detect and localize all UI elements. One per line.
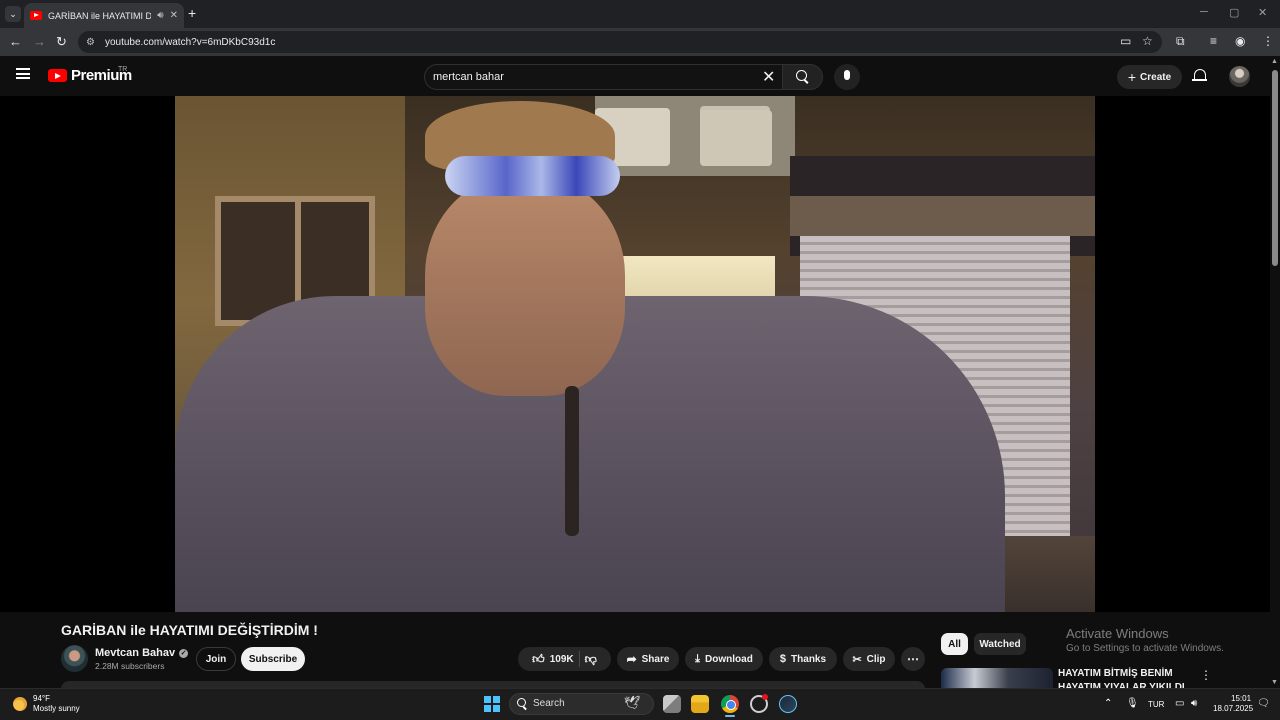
youtube-logo-icon [48,69,67,82]
clock-time[interactable]: 15:01 [1231,694,1251,703]
share-button[interactable]: ➦ Share [617,647,679,671]
share-arrow-icon: ➦ [626,652,637,666]
steam-icon[interactable] [779,695,797,713]
plus-icon: + [1127,69,1137,85]
back-arrow-icon[interactable]: ← [9,34,22,49]
minimize-icon[interactable]: ─ [1200,6,1208,18]
notification-center-icon[interactable]: 🗨︎ [1257,698,1270,709]
country-code: TR [118,66,128,73]
taskbar-search-label: Search [533,698,565,709]
scissors-icon: ✂ [852,653,862,666]
taskbar-search-icon [517,698,526,707]
join-button[interactable]: Join [196,647,236,671]
recommended-thumbnail[interactable] [941,668,1053,690]
profile-icon[interactable]: ◉ [1235,34,1245,48]
clear-search-icon[interactable]: ✕ [762,67,775,87]
video-player[interactable] [175,96,1095,612]
windows-start-icon[interactable] [484,696,500,712]
clip-label: Clip [866,653,886,665]
scrollbar-thumb[interactable] [1272,70,1278,266]
subscribe-button[interactable]: Subscribe [241,647,305,671]
maximize-icon[interactable]: ▢ [1229,6,1239,19]
task-view-icon[interactable] [663,695,681,713]
download-label: Download [705,653,753,665]
site-info-icon[interactable]: ⚙ [86,37,95,48]
like-dislike-group: 👍︎ 109K 👎︎ [518,647,611,671]
scroll-down-icon[interactable]: ▼ [1271,679,1278,686]
share-label: Share [641,653,670,665]
notification-badge [762,694,768,700]
browser-menu-icon[interactable]: ⋮ [1262,34,1274,48]
volume-icon[interactable]: 🔊︎ [1191,698,1197,709]
verified-check-icon: ✓ [179,648,189,658]
extensions-icon[interactable]: ⧉ [1176,34,1185,49]
search-highlight-bird-icon: 🕊︎ [624,695,641,710]
create-label: Create [1140,71,1172,83]
address-bar[interactable]: ⚙ youtube.com/watch?v=6mDKbC93d1c [78,31,1162,53]
super-thanks-icon: $ [779,653,787,665]
notifications-bell-icon[interactable] [1192,69,1207,81]
video-title: GARİBAN ile HAYATIMI DEĞİŞTİRDİM ! [61,622,318,638]
window-close-icon[interactable]: ✕ [1258,6,1267,19]
chip-watched[interactable]: Watched [974,633,1026,655]
active-app-indicator [725,715,735,717]
like-button[interactable]: 👍︎ 109K [532,652,573,667]
tray-overflow-chevron-icon[interactable]: ⌃ [1104,698,1112,709]
browser-tab[interactable]: GARİBAN ile HAYATIMI DEĞİŞTİRDİM ! 🔊︎ ✕ [24,3,184,28]
thanks-label: Thanks [791,653,827,665]
tab-audio-icon[interactable]: 🔊︎ [157,10,163,21]
channel-name[interactable]: Mevtcan Bahav ✓ [95,647,189,659]
recommended-menu-icon[interactable]: ⋮ [1200,668,1212,682]
cast-icon[interactable]: ▭ [1120,34,1131,48]
reload-icon[interactable]: ↻ [56,34,67,50]
bookmark-star-icon[interactable]: ☆ [1142,34,1153,48]
subscriber-count: 2.28M subscribers [95,661,165,671]
create-button[interactable]: + Create [1117,65,1182,89]
network-icon[interactable]: ▭ [1175,698,1184,709]
chip-all[interactable]: All [941,633,968,655]
file-explorer-icon[interactable] [691,695,709,713]
download-icon: ⤓ [695,652,701,665]
channel-avatar[interactable] [61,645,88,672]
weather-sun-icon[interactable] [13,697,27,711]
activate-windows-title: Activate Windows [1066,626,1169,641]
chrome-icon[interactable] [721,695,739,713]
download-button[interactable]: ⤓ Download [685,647,763,671]
dislike-button[interactable]: 👎︎ [585,652,597,667]
more-actions-button[interactable]: ⋯ [901,647,925,671]
tab-title: GARİBAN ile HAYATIMI DEĞİŞTİRDİM ! [48,10,152,21]
clip-button[interactable]: ✂ Clip [843,647,895,671]
thumbs-down-icon: 👎︎ [584,651,597,666]
tab-search-chevron-icon[interactable]: ⌄ [5,6,21,22]
clock-date[interactable]: 18.07.2025 [1213,704,1253,713]
reading-list-icon[interactable]: ≡ [1210,34,1217,48]
thumbs-up-icon: 👍︎ [532,651,545,666]
microphone-icon [844,70,850,80]
thanks-button[interactable]: $ Thanks [769,647,837,671]
new-tab-icon[interactable]: + [188,5,196,21]
hamburger-menu-icon[interactable] [16,68,30,79]
scroll-up-icon[interactable]: ▲ [1271,58,1278,65]
tab-close-icon[interactable]: ✕ [170,10,178,21]
youtube-favicon-icon [30,11,42,20]
activate-windows-subtitle: Go to Settings to activate Windows. [1066,643,1224,654]
weather-description[interactable]: Mostly sunny [33,704,80,713]
search-icon [796,70,807,81]
like-count: 109K [549,653,574,665]
forward-arrow-icon[interactable]: → [33,34,46,49]
channel-name-text: Mevtcan Bahav [95,647,176,659]
tray-microphone-icon[interactable]: 🎙︎ [1126,698,1139,709]
account-avatar[interactable] [1229,66,1250,87]
url-text: youtube.com/watch?v=6mDKbC93d1c [104,36,276,48]
search-input[interactable] [433,65,753,89]
weather-temperature[interactable]: 94°F [33,694,50,703]
input-language[interactable]: TUR [1148,700,1164,709]
like-divider [578,651,580,667]
